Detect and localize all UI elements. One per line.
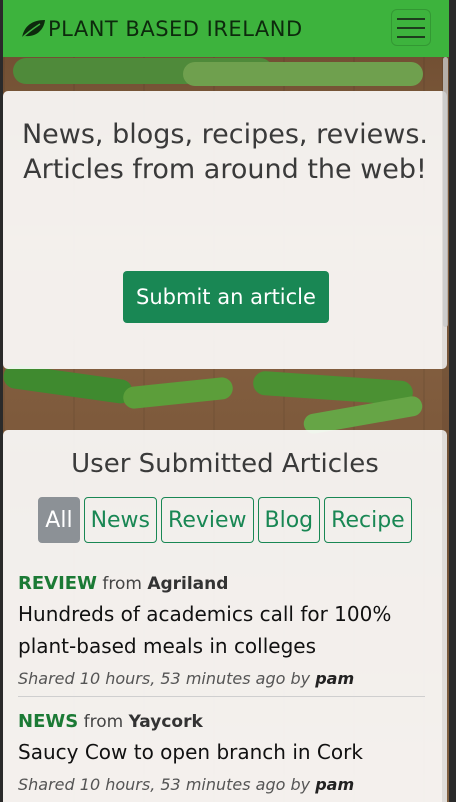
article-meta: NEWS from Yaycork bbox=[18, 711, 425, 732]
articles-section-title: User Submitted Articles bbox=[71, 449, 379, 479]
article-shared-prefix: Shared 10 hours, 53 minutes ago by bbox=[18, 775, 311, 794]
article-source: Agriland bbox=[147, 574, 229, 594]
article-title-link[interactable]: Hundreds of academics call for 100% plan… bbox=[18, 598, 425, 662]
article-shared-prefix: Shared 10 hours, 53 minutes ago by bbox=[18, 669, 311, 688]
scrollbar-thumb[interactable] bbox=[443, 57, 448, 327]
article-from-word: from bbox=[83, 712, 124, 732]
filter-all-button[interactable]: All bbox=[38, 497, 80, 543]
background-vegetable bbox=[183, 62, 423, 86]
brand-link[interactable]: PLANT BASED IRELAND bbox=[20, 17, 303, 41]
filter-review-button[interactable]: Review bbox=[161, 497, 254, 543]
article-list-item: REVIEW from Agriland Hundreds of academi… bbox=[18, 573, 425, 697]
navbar: PLANT BASED IRELAND bbox=[3, 0, 449, 57]
article-author: pam bbox=[315, 775, 355, 794]
article-author: pam bbox=[315, 669, 355, 688]
article-source: Yaycork bbox=[128, 712, 203, 732]
page-scrollbar[interactable] bbox=[442, 57, 449, 802]
hero-card: News, blogs, recipes, reviews. Articles … bbox=[3, 91, 447, 369]
menu-toggle-button[interactable] bbox=[391, 9, 431, 46]
submit-article-button[interactable]: Submit an article bbox=[123, 271, 329, 323]
hero-headline: News, blogs, recipes, reviews. Articles … bbox=[21, 119, 429, 185]
article-shared-info: Shared 10 hours, 53 minutes ago by pam bbox=[18, 669, 425, 688]
page-frame: PLANT BASED IRELAND News, blogs, recipes… bbox=[3, 0, 449, 802]
filter-recipe-button[interactable]: Recipe bbox=[324, 497, 412, 543]
hamburger-icon-bar bbox=[397, 17, 425, 20]
leaf-icon bbox=[20, 18, 46, 40]
filter-blog-button[interactable]: Blog bbox=[257, 497, 321, 543]
article-title-link[interactable]: Saucy Cow to open branch in Cork bbox=[18, 736, 425, 768]
article-list-item: NEWS from Yaycork Saucy Cow to open bran… bbox=[18, 711, 425, 794]
article-category[interactable]: REVIEW bbox=[18, 573, 97, 594]
brand-name: PLANT BASED IRELAND bbox=[48, 16, 303, 41]
article-from-word: from bbox=[102, 574, 142, 594]
article-category[interactable]: NEWS bbox=[18, 711, 78, 732]
background-vegetable bbox=[3, 363, 135, 405]
article-shared-info: Shared 10 hours, 53 minutes ago by pam bbox=[18, 775, 425, 794]
background-vegetable bbox=[122, 376, 234, 410]
filter-news-button[interactable]: News bbox=[83, 497, 158, 543]
hamburger-icon-bar bbox=[397, 35, 425, 38]
articles-card: User Submitted Articles All News Review … bbox=[3, 430, 447, 802]
article-meta: REVIEW from Agriland bbox=[18, 573, 425, 594]
filter-button-group: All News Review Blog Recipe bbox=[3, 497, 447, 543]
hamburger-icon-bar bbox=[397, 26, 425, 29]
